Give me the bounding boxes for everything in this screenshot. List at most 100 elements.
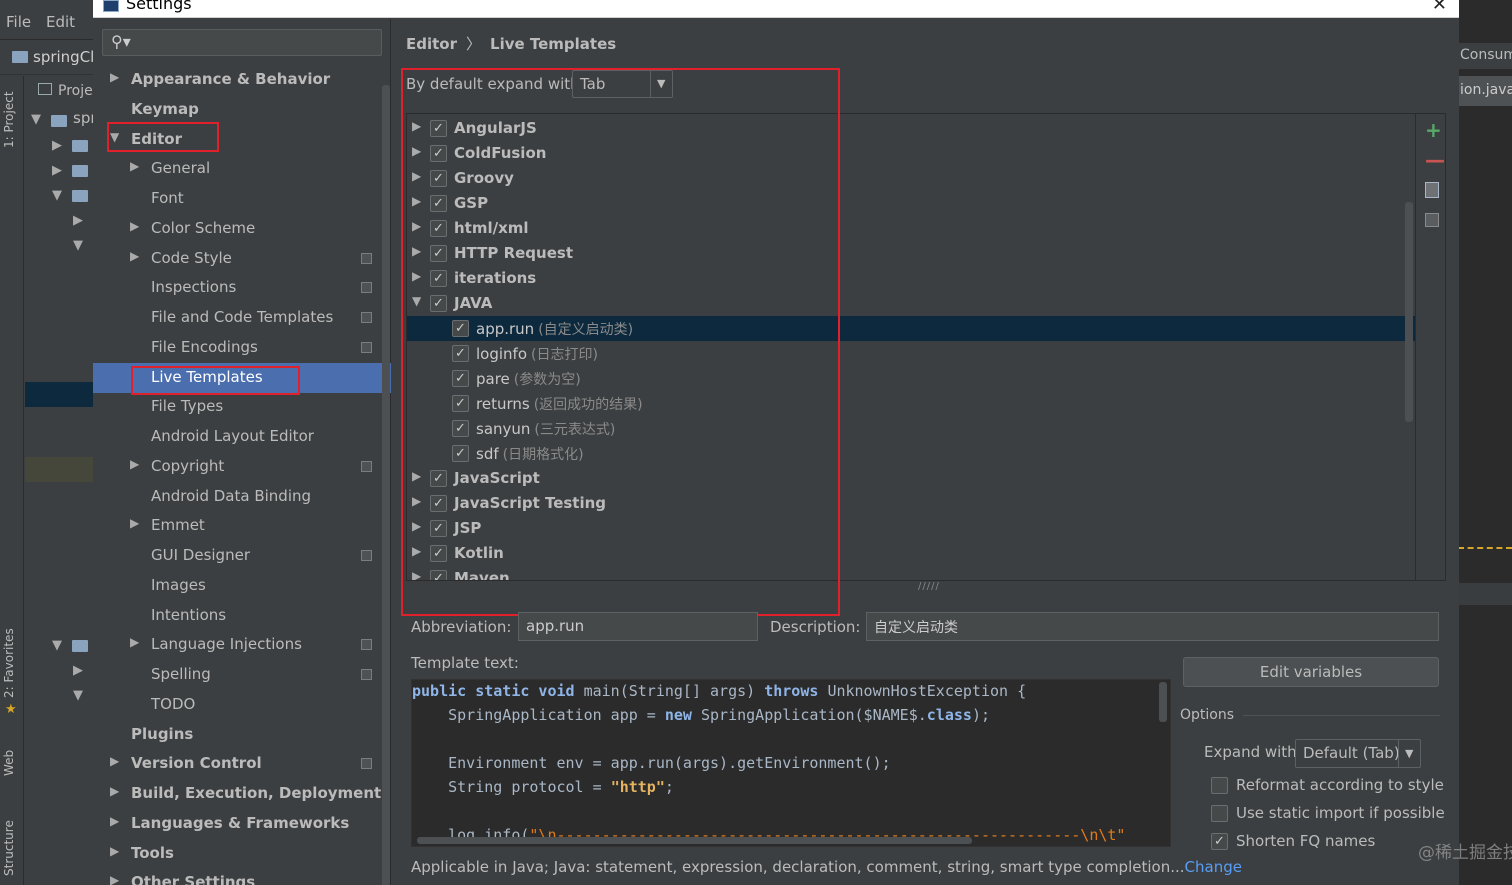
- tree-collapse-arrow-icon[interactable]: ▶: [73, 663, 83, 678]
- favorites-tool-tab[interactable]: 2: Favorites: [2, 628, 16, 698]
- settings-tree-label: GUI Designer: [151, 546, 250, 564]
- chevron-right-icon[interactable]: ▶: [130, 219, 139, 233]
- copy-icon[interactable]: [1425, 182, 1439, 198]
- chevron-right-icon[interactable]: ▶: [110, 754, 119, 768]
- tree-expand-arrow-icon[interactable]: ▼: [52, 638, 62, 653]
- settings-tree-item[interactable]: Plugins: [93, 720, 391, 750]
- edit-variables-button[interactable]: Edit variables: [1183, 657, 1439, 687]
- settings-tree-item[interactable]: Inspections: [93, 273, 391, 303]
- folder-icon: [72, 140, 88, 152]
- code-horizontal-scrollbar[interactable]: [417, 837, 972, 844]
- breadcrumb-parent[interactable]: Editor: [406, 35, 457, 53]
- settings-tree-item[interactable]: Android Layout Editor: [93, 422, 391, 452]
- settings-search-input[interactable]: ⚲▾: [102, 29, 382, 56]
- abbreviation-value: app.run: [526, 617, 585, 635]
- tree-scrollbar[interactable]: [382, 85, 390, 885]
- project-scope-icon: [361, 639, 372, 651]
- project-view-label[interactable]: Proje: [38, 83, 93, 99]
- settings-tree-item[interactable]: ▶ Code Style: [93, 244, 391, 274]
- settings-tree-label: Build, Execution, Deployment: [131, 784, 382, 802]
- settings-tree-label: Copyright: [151, 456, 225, 475]
- settings-tree-item[interactable]: Intentions: [93, 601, 391, 631]
- tree-collapse-arrow-icon[interactable]: ▶: [52, 163, 62, 178]
- splitter-handle[interactable]: /////: [918, 581, 940, 592]
- web-tool-tab[interactable]: Web: [2, 750, 16, 776]
- settings-tree-item[interactable]: File Encodings: [93, 333, 391, 363]
- option-checkbox[interactable]: ✓: [1211, 833, 1228, 850]
- close-icon[interactable]: ✕: [1432, 0, 1447, 15]
- breadcrumb-current: Live Templates: [490, 35, 617, 53]
- chevron-right-icon[interactable]: ▶: [130, 457, 139, 471]
- tree-collapse-arrow-icon[interactable]: ▶: [73, 213, 83, 228]
- settings-tree-item[interactable]: File and Code Templates: [93, 303, 391, 333]
- option-checkbox[interactable]: [1211, 777, 1228, 794]
- editor-tab-consumer[interactable]: Consum: [1458, 43, 1512, 70]
- settings-tree-item[interactable]: File Types: [93, 392, 391, 422]
- settings-tree-item[interactable]: ▶ Appearance & Behavior: [93, 65, 391, 95]
- project-tool-tab[interactable]: 1: Project: [2, 91, 16, 148]
- tree-collapse-arrow-icon[interactable]: ▶: [52, 138, 62, 153]
- templates-toolbar: + —: [1415, 114, 1445, 580]
- tree-expand-arrow-icon[interactable]: ▼: [31, 112, 41, 127]
- chevron-right-icon[interactable]: ▶: [110, 814, 119, 828]
- tree-expand-arrow-icon[interactable]: ▼: [73, 688, 83, 703]
- change-contexts-link[interactable]: Change: [1185, 858, 1242, 876]
- settings-tree-item[interactable]: ▶ Color Scheme: [93, 214, 391, 244]
- chevron-right-icon[interactable]: ▶: [110, 784, 119, 798]
- project-name[interactable]: springCl: [33, 48, 94, 66]
- settings-tree-item[interactable]: GUI Designer: [93, 541, 391, 571]
- settings-tree-item[interactable]: ▶ Language Injections: [93, 630, 391, 660]
- settings-tree-item[interactable]: ▶ Languages & Frameworks: [93, 809, 391, 839]
- template-text-editor[interactable]: public static void main(String[] args) t…: [411, 679, 1171, 847]
- description-label: Description:: [770, 618, 861, 636]
- settings-tree-item[interactable]: Images: [93, 571, 391, 601]
- project-folder-icon: [12, 51, 28, 63]
- annotation-box-live-templates: [131, 366, 300, 395]
- templates-scrollbar[interactable]: [1405, 202, 1413, 422]
- structure-tool-tab[interactable]: Structure: [2, 820, 16, 876]
- description-value: 自定义启动类: [874, 620, 958, 636]
- code-vertical-scrollbar[interactable]: [1159, 682, 1167, 722]
- abbreviation-row: Abbreviation: app.run Description: 自定义启动…: [411, 612, 1441, 642]
- settings-tree-item[interactable]: Spelling: [93, 660, 391, 690]
- chevron-right-icon[interactable]: ▶: [130, 249, 139, 263]
- settings-tree-label: General: [151, 159, 211, 178]
- ide-highlighted-row: [25, 457, 100, 482]
- description-input[interactable]: 自定义启动类: [866, 612, 1439, 641]
- settings-tree-item[interactable]: ▶ Emmet: [93, 511, 391, 541]
- change-group-icon[interactable]: [1425, 213, 1439, 227]
- settings-tree-item[interactable]: ▶ General: [93, 154, 391, 184]
- settings-tree-item[interactable]: ▶ Build, Execution, Deployment: [93, 779, 391, 809]
- settings-tree-item[interactable]: ▶ Copyright: [93, 452, 391, 482]
- settings-tree-item[interactable]: ▶ Tools: [93, 839, 391, 869]
- search-icon: ⚲▾: [111, 32, 131, 51]
- chevron-right-icon[interactable]: ▶: [110, 70, 119, 84]
- tree-expand-arrow-icon[interactable]: ▼: [52, 188, 62, 203]
- option-label: Shorten FQ names: [1236, 832, 1376, 850]
- settings-tree-item[interactable]: ▶ Version Control: [93, 749, 391, 779]
- menu-edit[interactable]: Edit: [46, 13, 75, 31]
- settings-tree-item[interactable]: Keymap: [93, 95, 391, 125]
- remove-icon[interactable]: —: [1425, 148, 1445, 172]
- editor-dashed-line: [1458, 547, 1512, 549]
- chevron-right-icon[interactable]: ▶: [130, 516, 139, 530]
- settings-tree-item[interactable]: TODO: [93, 690, 391, 720]
- template-text-label: Template text:: [411, 654, 519, 672]
- menu-file[interactable]: File: [6, 13, 31, 31]
- abbreviation-input[interactable]: app.run: [518, 612, 758, 641]
- tree-expand-arrow-icon[interactable]: ▼: [73, 238, 83, 253]
- settings-tree-item[interactable]: ▶ Other Settings: [93, 868, 391, 885]
- settings-tree-item[interactable]: Font: [93, 184, 391, 214]
- expand-with-select[interactable]: Default (Tab) ▼: [1295, 739, 1421, 768]
- add-icon[interactable]: +: [1425, 118, 1442, 142]
- editor-tab-java[interactable]: ion.java: [1458, 76, 1512, 106]
- chevron-right-icon[interactable]: ▶: [110, 844, 119, 858]
- chevron-right-icon[interactable]: ▶: [130, 159, 139, 173]
- options-divider: [1243, 715, 1440, 716]
- breadcrumb: Editor 〉 Live Templates: [406, 33, 616, 54]
- code-token: SpringApplication($NAME$.: [701, 706, 927, 724]
- chevron-right-icon[interactable]: ▶: [130, 635, 139, 649]
- settings-tree-item[interactable]: Android Data Binding: [93, 482, 391, 512]
- chevron-right-icon[interactable]: ▶: [110, 873, 119, 885]
- option-checkbox[interactable]: [1211, 805, 1228, 822]
